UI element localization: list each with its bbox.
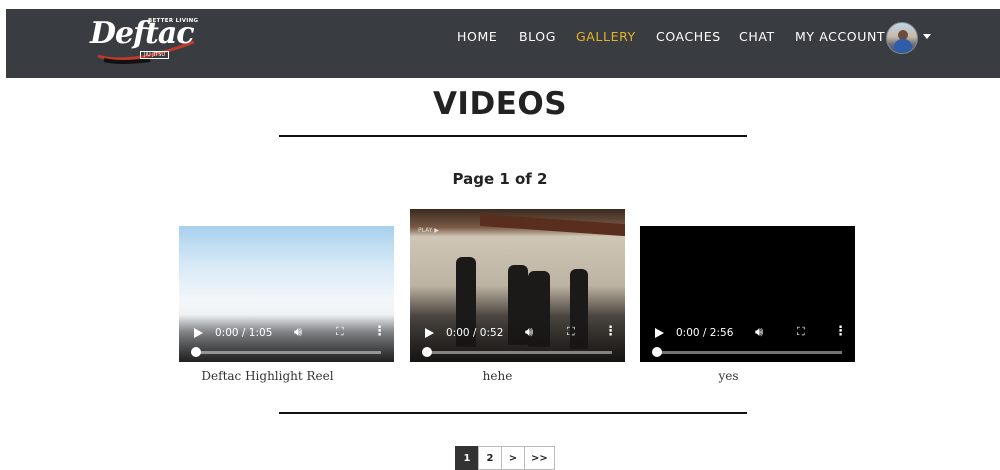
video-controls: 0:00 / 1:05 🔊︎ ⛶ ⋮ <box>179 316 394 362</box>
progress-knob[interactable] <box>652 347 662 357</box>
logo-brand: Deftac <box>90 16 195 51</box>
video-caption: hehe <box>482 369 513 383</box>
nav-coaches[interactable]: COACHES <box>656 29 721 44</box>
progress-track[interactable] <box>426 351 612 354</box>
page-2-button[interactable]: 2 <box>478 446 502 470</box>
video-time: 0:00 / 2:56 <box>676 327 734 339</box>
video-player[interactable]: 0:00 / 1:05 🔊︎ ⛶ ⋮ <box>179 226 394 362</box>
more-options-icon[interactable]: ⋮ <box>373 324 386 339</box>
more-options-icon[interactable]: ⋮ <box>604 324 617 339</box>
play-icon[interactable] <box>655 328 664 338</box>
fullscreen-icon[interactable]: ⛶ <box>567 325 575 339</box>
chevron-down-icon[interactable] <box>923 34 931 39</box>
progress-knob[interactable] <box>191 347 201 357</box>
play-icon[interactable] <box>425 328 434 338</box>
video-controls: 0:00 / 2:56 🔊︎ ⛶ ⋮ <box>640 316 855 362</box>
divider-top <box>279 135 747 137</box>
page-title: VIDEOS <box>432 86 568 122</box>
video-caption: yes <box>718 369 739 383</box>
avatar-body-icon <box>894 39 912 53</box>
video-time: 0:00 / 0:52 <box>446 327 504 339</box>
nav-home[interactable]: HOME <box>457 29 497 44</box>
progress-track[interactable] <box>656 351 842 354</box>
page-info: Page 1 of 2 <box>452 170 548 188</box>
divider-bottom <box>279 412 747 414</box>
fullscreen-icon[interactable]: ⛶ <box>797 325 805 339</box>
logo-subtitle: JIU JITSU <box>140 51 170 59</box>
nav-my-account[interactable]: MY ACCOUNT <box>795 29 885 44</box>
nav-chat[interactable]: CHAT <box>739 29 775 44</box>
video-caption: Deftac Highlight Reel <box>201 369 334 383</box>
video-player[interactable]: PLAY ▶ 0:00 / 0:52 🔊︎ ⛶ ⋮ <box>410 209 625 362</box>
next-page-button[interactable]: > <box>501 446 525 470</box>
progress-knob[interactable] <box>422 347 432 357</box>
pagination: 1 2 > >> <box>455 446 555 470</box>
page-1-button[interactable]: 1 <box>455 446 479 470</box>
last-page-button[interactable]: >> <box>524 446 555 470</box>
play-icon[interactable] <box>194 328 203 338</box>
nav-blog[interactable]: BLOG <box>519 29 556 44</box>
avatar[interactable] <box>886 22 918 54</box>
volume-icon[interactable]: 🔊︎ <box>525 325 533 340</box>
video-overlay-label: PLAY ▶ <box>418 227 439 234</box>
nav-gallery[interactable]: GALLERY <box>576 29 636 44</box>
more-options-icon[interactable]: ⋮ <box>834 324 847 339</box>
volume-icon[interactable]: 🔊︎ <box>294 325 302 340</box>
site-logo[interactable]: BETTER LIVING Deftac JIU JITSU <box>90 14 200 70</box>
volume-icon[interactable]: 🔊︎ <box>755 325 763 340</box>
progress-track[interactable] <box>195 351 381 354</box>
navbar: BETTER LIVING Deftac JIU JITSU HOME BLOG… <box>6 9 1000 78</box>
video-player[interactable]: 0:00 / 2:56 🔊︎ ⛶ ⋮ <box>640 226 855 362</box>
fullscreen-icon[interactable]: ⛶ <box>336 325 344 339</box>
video-time: 0:00 / 1:05 <box>215 327 273 339</box>
video-controls: 0:00 / 0:52 🔊︎ ⛶ ⋮ <box>410 316 625 362</box>
